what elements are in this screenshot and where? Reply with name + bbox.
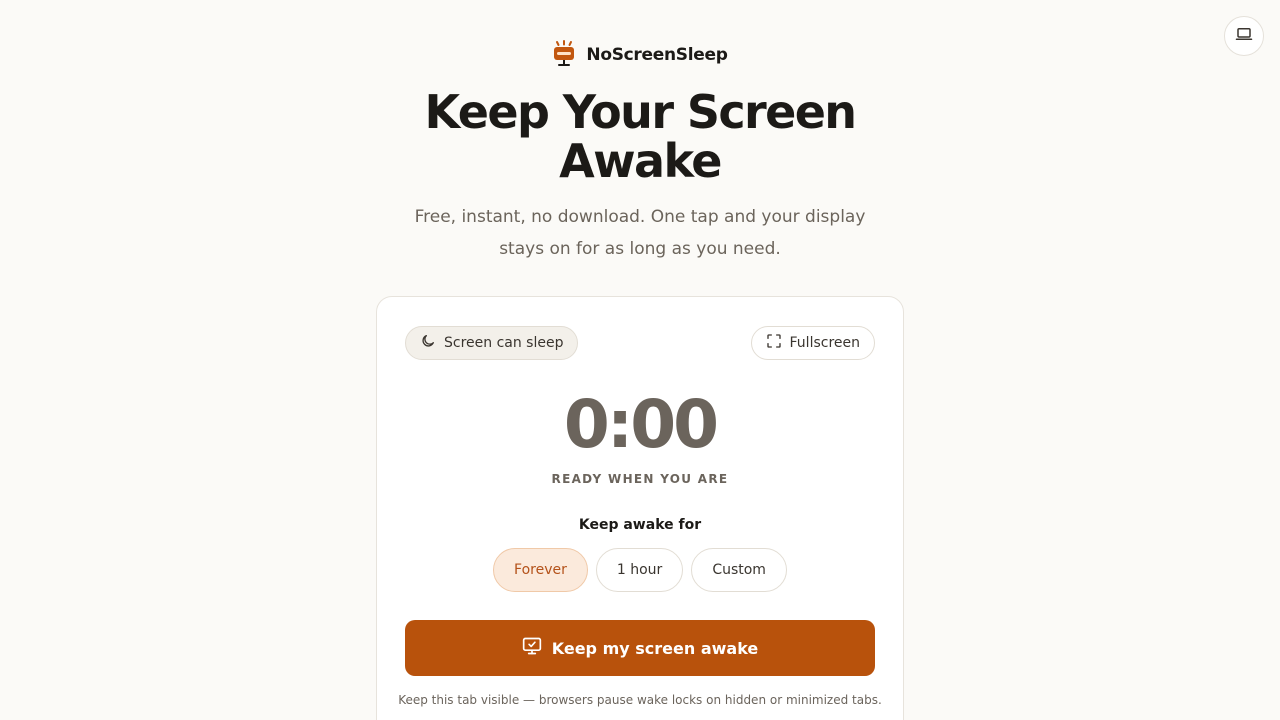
keep-awake-button[interactable]: Keep my screen awake [405,620,875,676]
page-title: Keep Your Screen Awake [424,85,858,188]
visibility-hint: Keep this tab visible — browsers pause w… [398,693,882,707]
fullscreen-button[interactable]: Fullscreen [750,326,875,360]
brand[interactable]: NoScreenSleep [0,40,1280,70]
duration-options: Forever 1 hour Custom [377,548,903,592]
brand-name: NoScreenSleep [586,45,728,65]
page-subtitle: Free, instant, no download. One tap and … [414,207,866,259]
status-label: Screen can sleep [444,335,564,351]
timer-display: 0:00 [563,386,719,463]
duration-option-1-hour[interactable]: 1 hour [595,548,684,592]
fullscreen-label: Fullscreen [789,335,860,351]
duration-label: Keep awake for [578,517,702,533]
duration-option-forever[interactable]: Forever [493,548,588,592]
moon-icon [420,333,436,353]
monitor-check-icon [522,636,542,660]
keep-awake-label: Keep my screen awake [551,638,759,658]
wake-lock-card: Screen can sleep Fullscreen 0:00 READY W… [376,296,904,720]
duration-option-custom[interactable]: Custom [691,548,787,592]
status-badge: Screen can sleep [405,326,579,360]
lamp-icon [552,40,576,70]
page: NoScreenSleep Keep Your Screen Awake Fre… [0,0,1280,720]
timer-caption: READY WHEN YOU ARE [551,472,729,486]
fullscreen-icon [766,333,782,353]
